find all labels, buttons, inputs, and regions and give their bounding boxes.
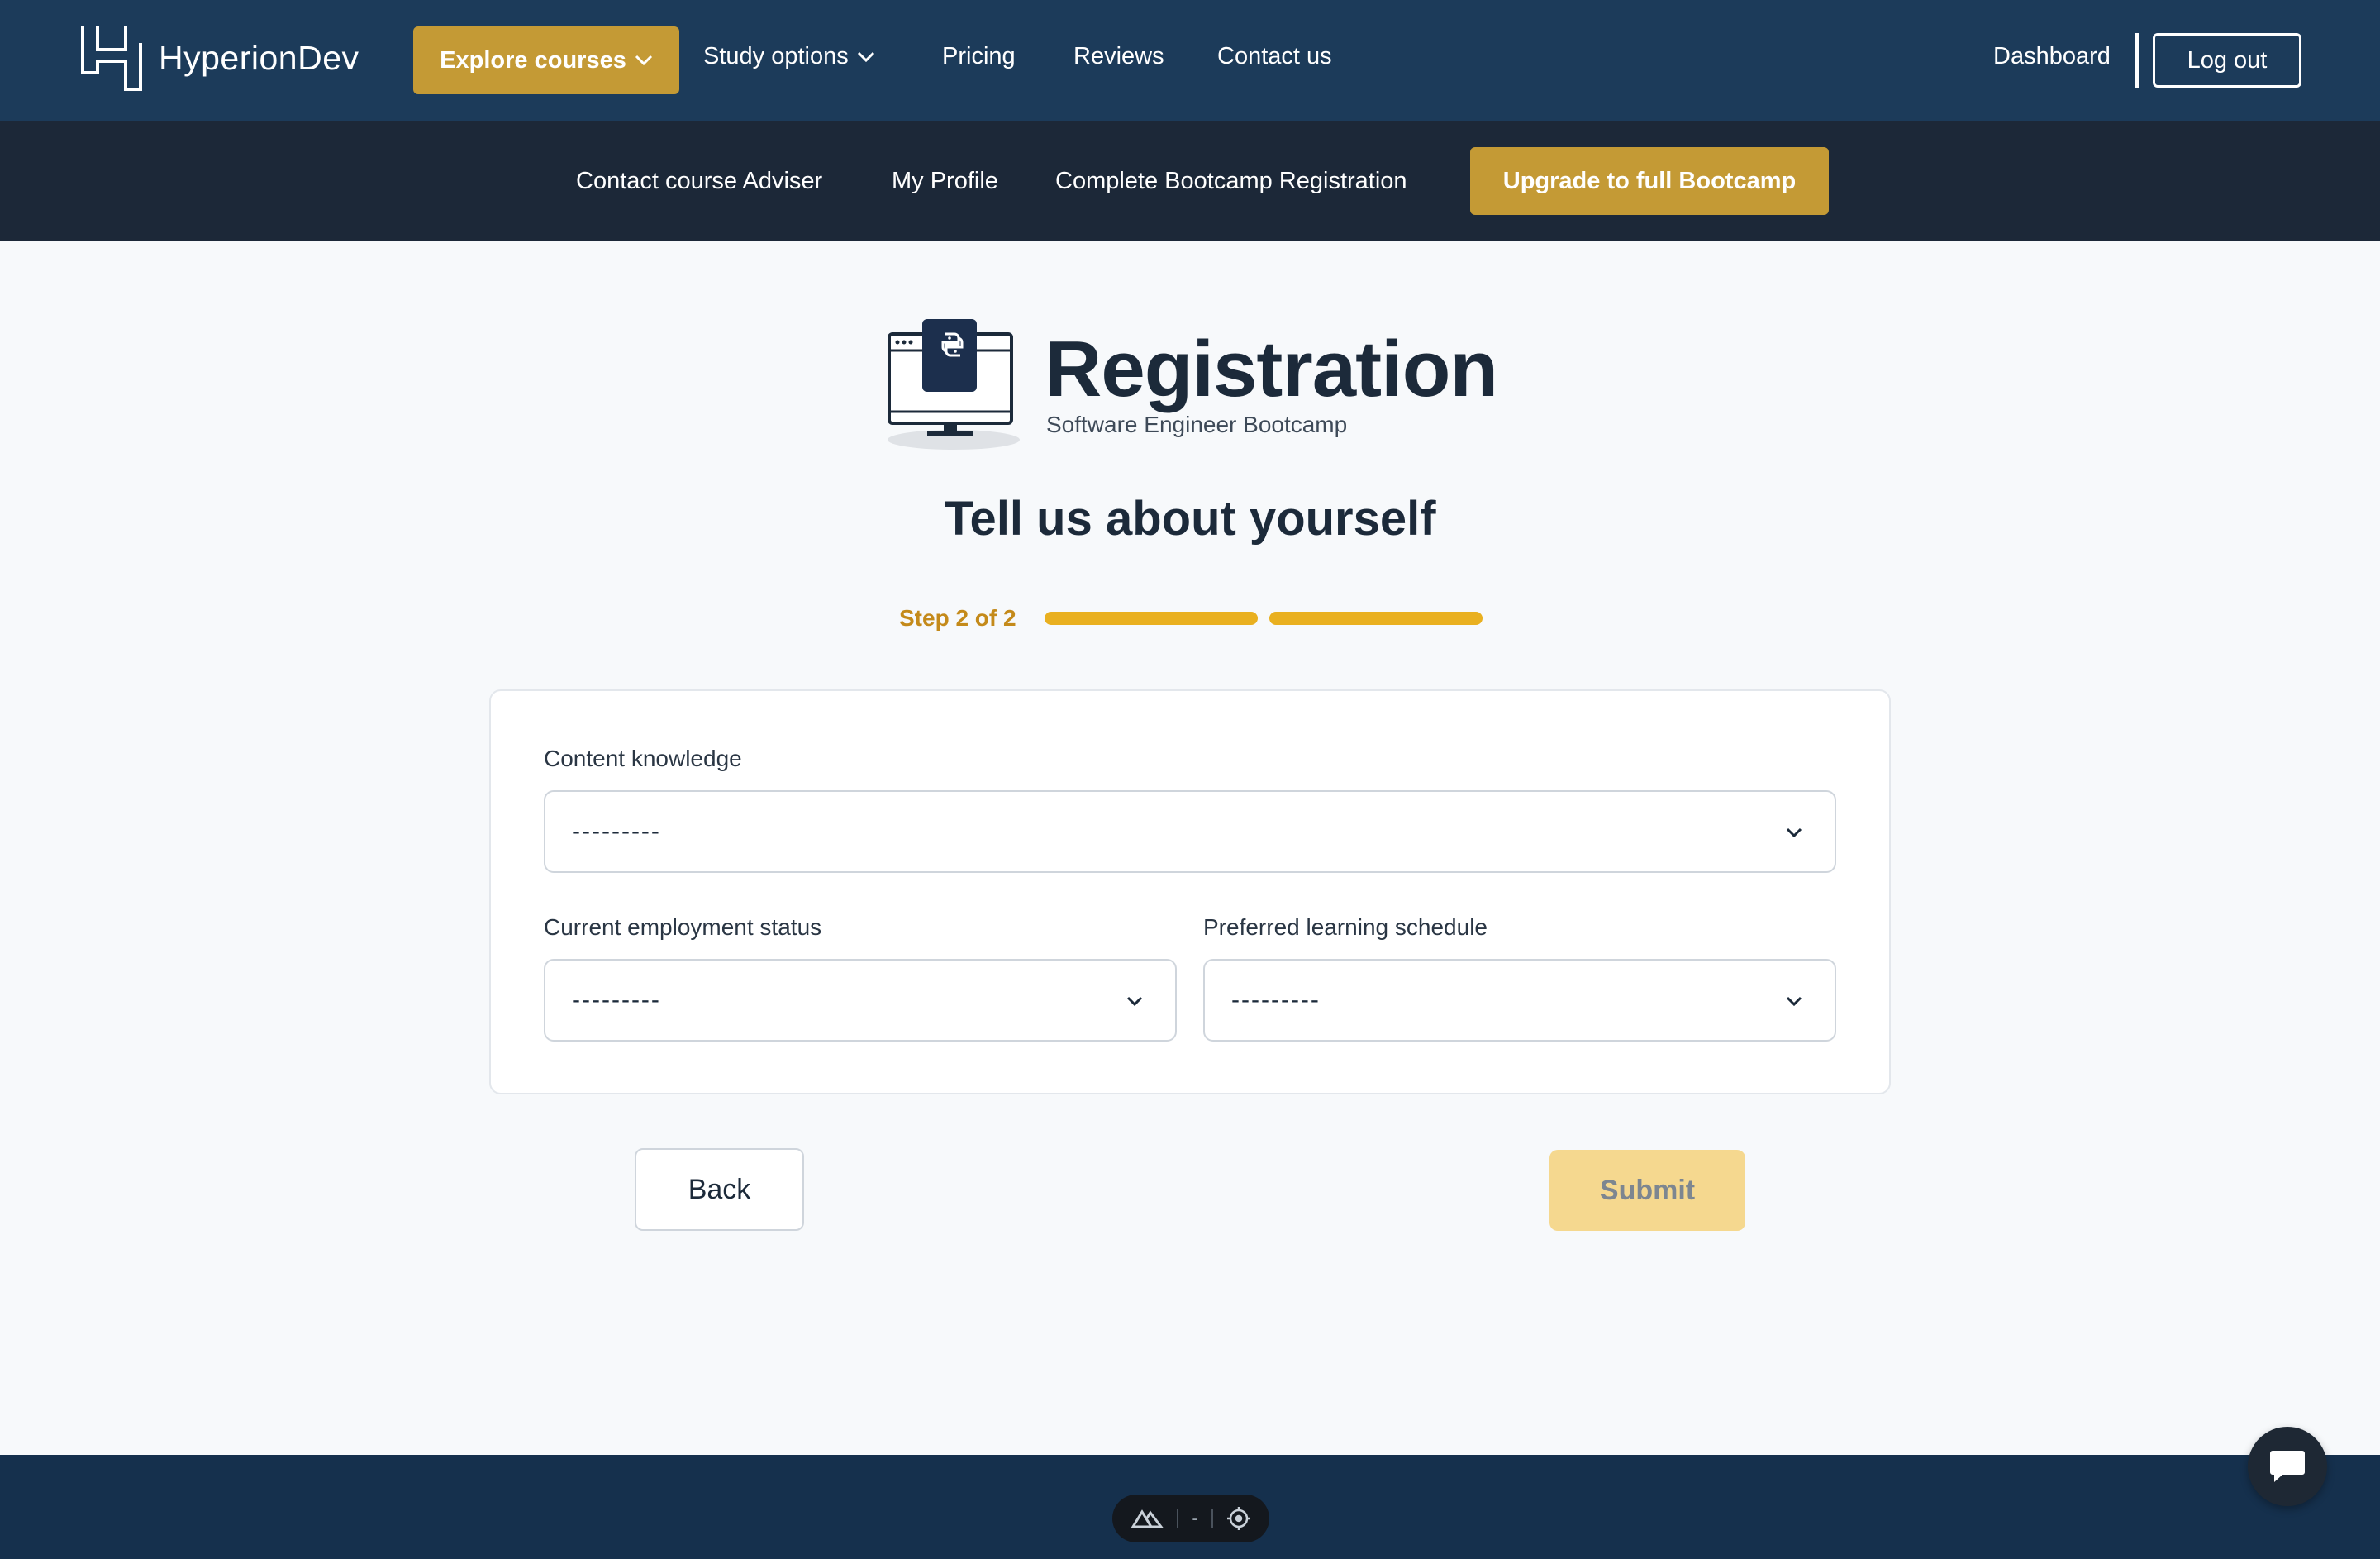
target-icon[interactable]: [1226, 1506, 1251, 1531]
employment-status-select[interactable]: ---------: [544, 959, 1177, 1042]
step-progress-bar-2: [1269, 612, 1483, 625]
step-progress-bar-1: [1045, 612, 1258, 625]
study-options-label: Study options: [703, 43, 849, 69]
chevron-down-icon: [1786, 996, 1802, 1007]
back-button[interactable]: Back: [635, 1148, 804, 1231]
nav-pricing[interactable]: Pricing: [942, 43, 1016, 70]
explore-courses-label: Explore courses: [440, 46, 626, 74]
learning-schedule-value: ---------: [1231, 986, 1321, 1013]
nav-reviews[interactable]: Reviews: [1073, 43, 1164, 70]
logout-button[interactable]: Log out: [2153, 33, 2301, 88]
chat-icon: [2270, 1451, 2305, 1482]
content-knowledge-label: Content knowledge: [544, 746, 742, 771]
dev-toolbar-divider: [1211, 1509, 1213, 1528]
chevron-down-icon: [1126, 996, 1143, 1007]
content-knowledge-value: ---------: [572, 818, 661, 845]
learning-schedule-select[interactable]: ---------: [1203, 959, 1836, 1042]
nuxt-icon[interactable]: [1130, 1508, 1164, 1529]
dev-toolbar[interactable]: -: [1112, 1495, 1269, 1542]
brand-logo[interactable]: HyperionDev: [79, 25, 359, 91]
chevron-down-icon: [1786, 827, 1802, 838]
page-subtitle: Software Engineer Bootcamp: [1046, 412, 1348, 437]
hyperiondev-logo-icon: [81, 26, 142, 91]
nav-dashboard[interactable]: Dashboard: [1993, 43, 2111, 70]
section-heading: Tell us about yourself: [944, 492, 1436, 546]
dev-toolbar-value: -: [1192, 1508, 1198, 1528]
nav-divider: [2135, 33, 2139, 88]
chevron-down-icon: [635, 55, 652, 66]
learning-schedule-label: Preferred learning schedule: [1203, 914, 1488, 940]
subnav-complete-registration[interactable]: Complete Bootcamp Registration: [1055, 168, 1407, 195]
employment-status-label: Current employment status: [544, 914, 822, 940]
monitor-python-icon: [888, 319, 1020, 450]
nav-study-options[interactable]: Study options: [703, 43, 875, 70]
dev-toolbar-divider: [1177, 1509, 1179, 1528]
step-indicator-label: Step 2 of 2: [899, 605, 1016, 631]
sub-nav: Contact course Adviser My Profile Comple…: [0, 121, 2380, 241]
subnav-contact-adviser[interactable]: Contact course Adviser: [576, 168, 822, 195]
registration-form-card: Content knowledge --------- Current empl…: [489, 689, 1891, 1094]
top-nav: HyperionDev Explore courses Study option…: [0, 0, 2380, 121]
brand-name: HyperionDev: [159, 38, 359, 77]
explore-courses-button[interactable]: Explore courses: [413, 26, 679, 94]
chat-widget-button[interactable]: [2248, 1427, 2327, 1506]
submit-button[interactable]: Submit: [1549, 1150, 1745, 1231]
subnav-my-profile[interactable]: My Profile: [892, 168, 998, 195]
page-title: Registration: [1045, 325, 1498, 413]
nav-contact-us[interactable]: Contact us: [1217, 43, 1332, 70]
employment-status-value: ---------: [572, 986, 661, 1013]
content-knowledge-select[interactable]: ---------: [544, 790, 1836, 873]
upgrade-bootcamp-button[interactable]: Upgrade to full Bootcamp: [1470, 147, 1829, 215]
chevron-down-icon: [857, 51, 874, 62]
